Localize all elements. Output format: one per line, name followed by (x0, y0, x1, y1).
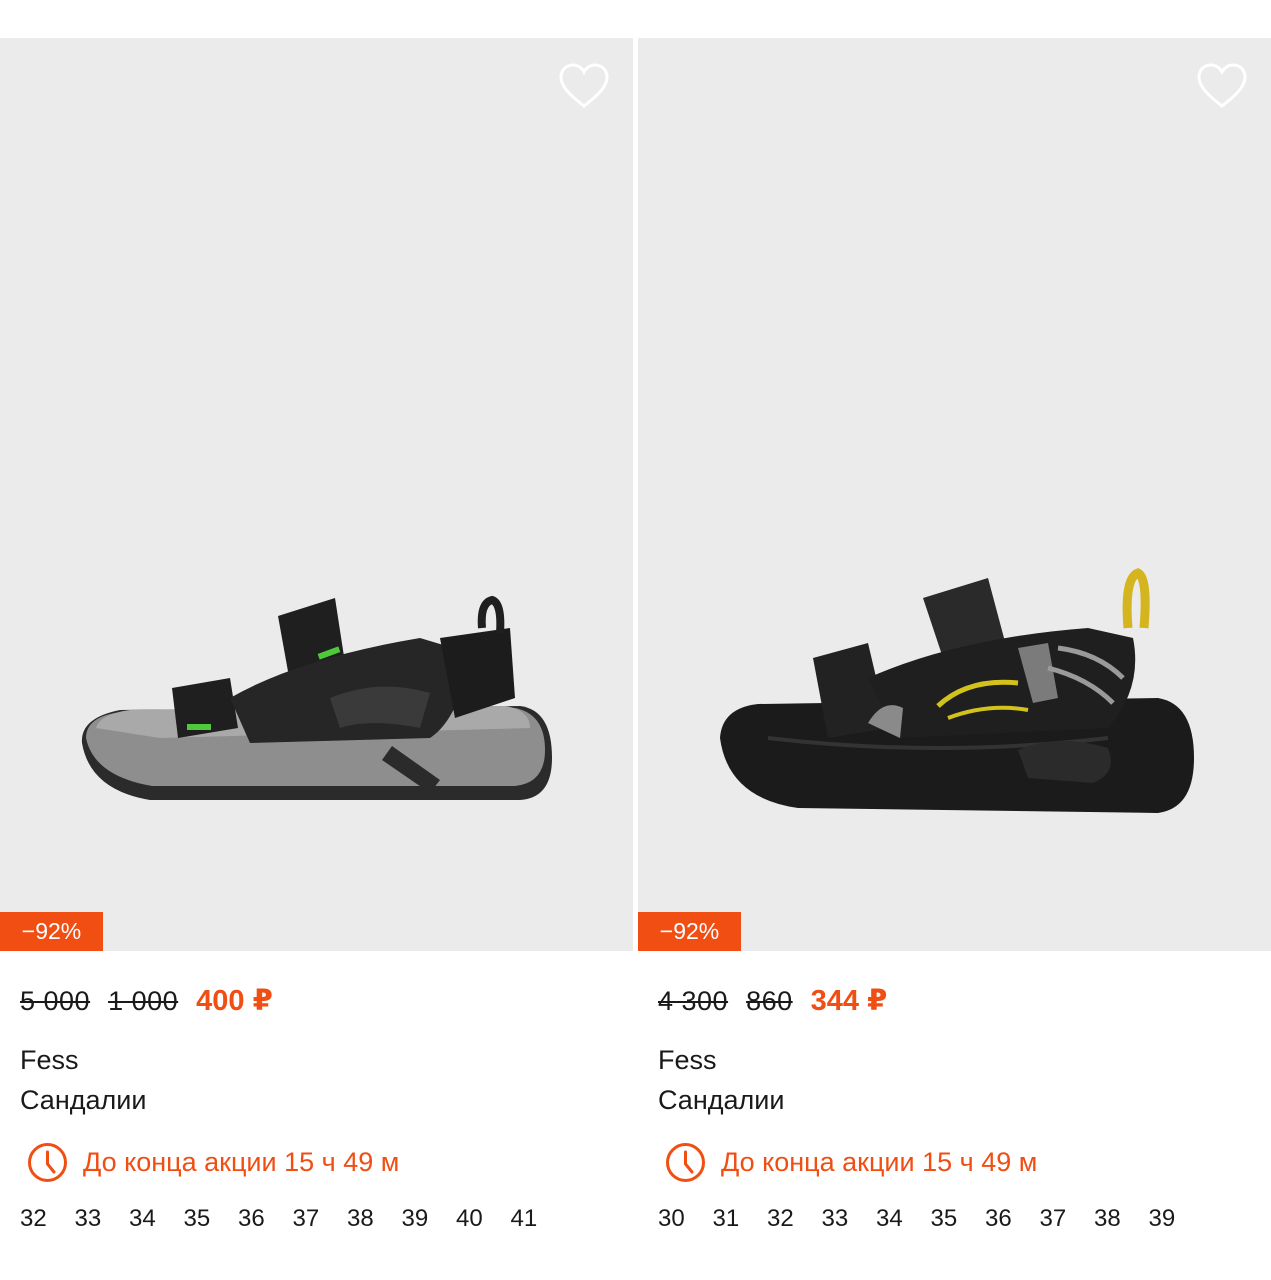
size-option[interactable]: 34 (876, 1205, 931, 1233)
size-option[interactable]: 38 (1094, 1205, 1149, 1233)
price-block: 5 000 1 000 400 ₽ (20, 983, 273, 1018)
product-image[interactable]: −92% (638, 38, 1271, 951)
size-option[interactable]: 36 (985, 1205, 1040, 1233)
size-list: 30 31 32 33 34 35 36 37 38 39 (658, 1205, 1203, 1233)
promo-text: До конца акции 15 ч 49 м (83, 1147, 400, 1177)
promo-timer: До конца акции 15 ч 49 м (664, 1141, 1037, 1184)
size-option[interactable]: 35 (184, 1205, 239, 1233)
promo-timer: До конца акции 15 ч 49 м (26, 1141, 399, 1184)
size-option[interactable]: 30 (658, 1205, 713, 1233)
price-original: 5 000 (20, 986, 91, 1016)
size-option[interactable]: 34 (129, 1205, 184, 1233)
product-card[interactable]: −92% 5 000 1 000 400 ₽ Fess Сандалии До … (0, 38, 633, 1280)
sandal-black-yellow-image (720, 568, 1194, 813)
size-list: 32 33 34 35 36 37 38 39 40 41 (20, 1205, 565, 1233)
favorite-heart-icon[interactable] (1195, 60, 1249, 114)
product-card[interactable]: −92% 4 300 860 344 ₽ Fess Сандалии До ко… (638, 38, 1271, 1280)
product-category[interactable]: Сандалии (658, 1085, 784, 1116)
clock-icon (28, 1143, 67, 1182)
size-option[interactable]: 33 (75, 1205, 130, 1233)
size-option[interactable]: 41 (511, 1205, 566, 1233)
discount-badge: −92% (638, 912, 741, 951)
size-option[interactable]: 40 (456, 1205, 511, 1233)
product-image[interactable]: −92% (0, 38, 633, 951)
size-option[interactable]: 33 (822, 1205, 877, 1233)
sandal-gray-black-image (81, 595, 553, 800)
favorite-heart-icon[interactable] (557, 60, 611, 114)
price-current: 344 ₽ (810, 985, 888, 1017)
price-current: 400 ₽ (196, 985, 273, 1017)
product-brand[interactable]: Fess (20, 1045, 79, 1076)
size-option[interactable]: 32 (767, 1205, 822, 1233)
size-option[interactable]: 31 (713, 1205, 768, 1233)
product-brand[interactable]: Fess (658, 1045, 717, 1076)
size-option[interactable]: 32 (20, 1205, 75, 1233)
size-option[interactable]: 37 (1040, 1205, 1095, 1233)
size-option[interactable]: 39 (1149, 1205, 1204, 1233)
product-category[interactable]: Сандалии (20, 1085, 146, 1116)
price-previous: 1 000 (108, 986, 179, 1016)
price-previous: 860 (746, 986, 793, 1016)
size-option[interactable]: 35 (931, 1205, 986, 1233)
price-block: 4 300 860 344 ₽ (658, 983, 887, 1018)
size-option[interactable]: 39 (402, 1205, 457, 1233)
size-option[interactable]: 36 (238, 1205, 293, 1233)
size-option[interactable]: 37 (293, 1205, 348, 1233)
size-option[interactable]: 38 (347, 1205, 402, 1233)
clock-icon (666, 1143, 705, 1182)
promo-text: До конца акции 15 ч 49 м (721, 1147, 1038, 1177)
price-original: 4 300 (658, 986, 729, 1016)
discount-badge: −92% (0, 912, 103, 951)
